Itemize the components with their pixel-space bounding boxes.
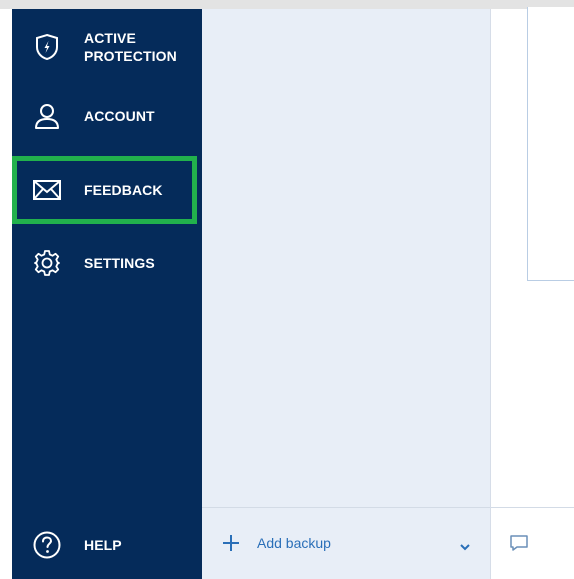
sidebar-item-label: ACCOUNT — [84, 108, 155, 124]
content-card — [527, 7, 574, 281]
label-line-1: ACTIVE — [84, 30, 136, 46]
main-footer — [491, 507, 574, 579]
sidebar-item-label: HELP — [84, 537, 122, 553]
question-circle-icon — [32, 530, 62, 560]
comment-icon[interactable] — [508, 532, 530, 554]
sidebar-item-feedback[interactable]: FEEDBACK — [12, 156, 197, 224]
envelope-icon — [32, 175, 62, 205]
main-content — [491, 7, 574, 579]
sidebar-item-label: SETTINGS — [84, 255, 155, 271]
sidebar: ACTIVE PROTECTION ACCOUNT FEEDBACK SETTI… — [12, 9, 202, 579]
sidebar-item-account[interactable]: ACCOUNT — [12, 99, 202, 133]
sidebar-item-active-protection[interactable]: ACTIVE PROTECTION — [12, 25, 202, 69]
sidebar-item-label: ACTIVE PROTECTION — [84, 29, 177, 65]
backup-list-panel: Add backup — [202, 9, 491, 579]
gear-icon — [32, 248, 62, 278]
add-backup-button[interactable]: Add backup — [257, 535, 331, 551]
plus-icon[interactable] — [220, 532, 242, 554]
sidebar-item-label: FEEDBACK — [84, 182, 163, 198]
shield-bolt-icon — [32, 32, 62, 62]
user-icon — [32, 101, 62, 131]
label-line-2: PROTECTION — [84, 48, 177, 64]
window-top-strip — [0, 0, 574, 9]
chevron-down-icon[interactable] — [459, 539, 471, 551]
sidebar-item-help[interactable]: HELP — [12, 527, 202, 563]
backup-panel-footer: Add backup — [202, 507, 490, 579]
sidebar-item-settings[interactable]: SETTINGS — [12, 246, 202, 280]
